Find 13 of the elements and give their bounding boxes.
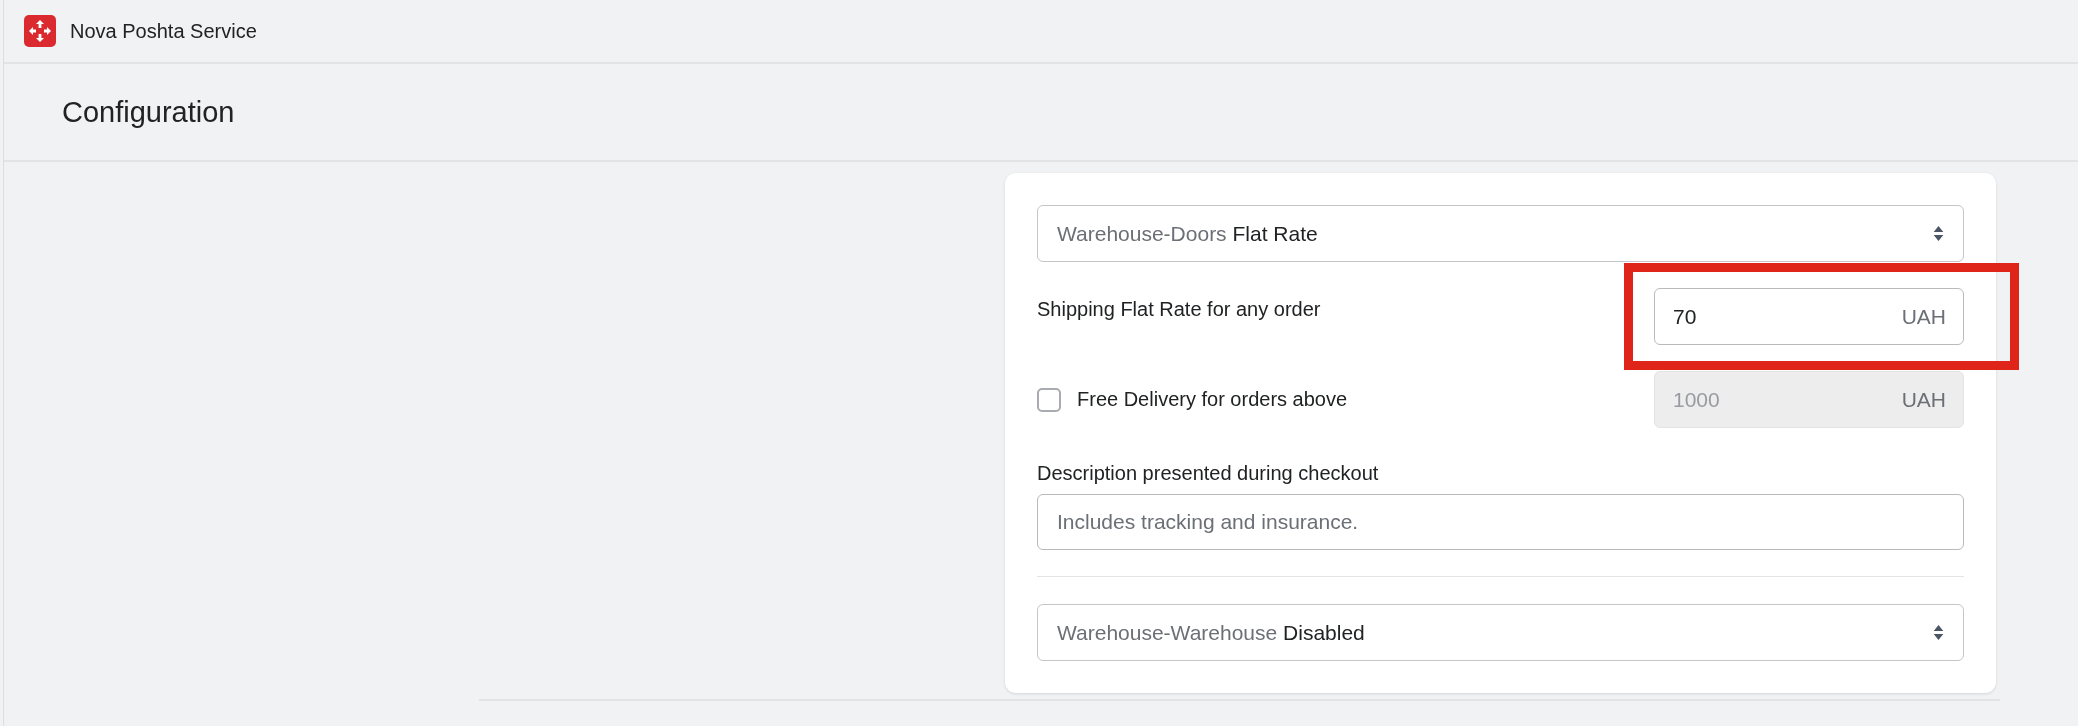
description-field[interactable]: Includes tracking and insurance. [1037,494,1964,550]
sort-caret-icon [1933,226,1944,241]
sort-caret-icon [1933,625,1944,640]
currency-suffix: UAH [1901,304,1946,329]
checkbox-label: Free Delivery for orders above [1077,388,1348,411]
page-title: Configuration [62,95,235,129]
field-label: Shipping Flat Rate for any order [1037,298,1321,321]
currency-suffix: UAH [1901,387,1946,412]
app-logo-icon [24,15,56,47]
field-label: Description presented during checkout [1037,462,1380,485]
method-select[interactable]: Warehouse-Warehouse Disabled [1037,604,1964,661]
app-title: Nova Poshta Service [70,19,257,43]
method-select[interactable]: Warehouse-Doors Flat Rate [1037,205,1964,262]
